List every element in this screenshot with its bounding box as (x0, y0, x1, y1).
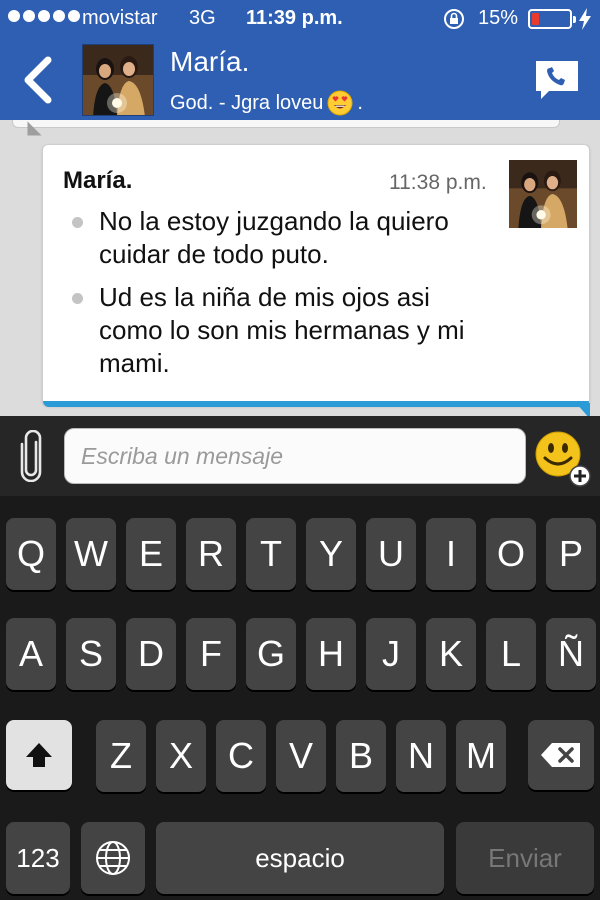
conversation-area[interactable]: María. 11:38 p.m. No la estoy juzgando l… (0, 120, 600, 416)
key-c[interactable]: C (216, 720, 266, 792)
status-bar: movistar 3G 11:39 p.m. 15% (0, 0, 600, 38)
key-z[interactable]: Z (96, 720, 146, 792)
phone-bubble-icon[interactable] (533, 58, 581, 102)
key-w[interactable]: W (66, 518, 116, 590)
key-f[interactable]: F (186, 618, 236, 690)
bubble-tail (576, 403, 590, 416)
key-m[interactable]: M (456, 720, 506, 792)
contact-status-text: God. - Jgra loveu (170, 91, 324, 114)
numbers-key[interactable]: 123 (6, 822, 70, 894)
contact-status: God. - Jgra loveu . (170, 90, 363, 116)
message-bubble[interactable]: María. 11:38 p.m. No la estoy juzgando l… (42, 144, 590, 416)
key-u[interactable]: U (366, 518, 416, 590)
signal-dots-icon (8, 10, 80, 22)
key-h[interactable]: H (306, 618, 356, 690)
top-bar: movistar 3G 11:39 p.m. 15% María. God. -… (0, 0, 600, 120)
key-q[interactable]: Q (6, 518, 56, 590)
key-n-tilde[interactable]: Ñ (546, 618, 596, 690)
previous-message-bubble (12, 120, 560, 128)
key-n[interactable]: N (396, 720, 446, 792)
backspace-key[interactable] (528, 720, 594, 790)
key-j[interactable]: J (366, 618, 416, 690)
key-s[interactable]: S (66, 618, 116, 690)
message-line: No la estoy juzgando la quiero cuidar de… (67, 205, 497, 271)
send-key[interactable]: Enviar (456, 822, 594, 894)
clock: 11:39 p.m. (246, 7, 343, 29)
backspace-icon (541, 743, 580, 767)
network-label: 3G (189, 7, 216, 29)
globe-key[interactable] (81, 822, 145, 894)
message-line: Ud es la niña de mis ojos asi como lo so… (67, 281, 497, 380)
sender-avatar[interactable] (509, 160, 577, 228)
battery-icon (528, 9, 576, 29)
contact-status-suffix: . (357, 91, 363, 114)
key-d[interactable]: D (126, 618, 176, 690)
chat-header: María. God. - Jgra loveu . (0, 38, 600, 120)
key-y[interactable]: Y (306, 518, 356, 590)
key-r[interactable]: R (186, 518, 236, 590)
key-i[interactable]: I (426, 518, 476, 590)
charging-bolt-icon (579, 8, 591, 30)
shift-key[interactable] (6, 720, 72, 790)
carrier-label: movistar (82, 7, 158, 29)
key-p[interactable]: P (546, 518, 596, 590)
key-v[interactable]: V (276, 720, 326, 792)
message-lines: No la estoy juzgando la quiero cuidar de… (67, 205, 497, 390)
contact-avatar[interactable] (82, 44, 154, 116)
smiley-add-icon[interactable] (534, 430, 592, 488)
chevron-left-icon[interactable] (18, 54, 58, 106)
rotation-lock-icon (444, 9, 464, 29)
message-sender: María. (63, 167, 133, 194)
key-l[interactable]: L (486, 618, 536, 690)
globe-icon (96, 841, 130, 875)
shift-arrow-icon (26, 743, 52, 767)
composer-bar (0, 416, 600, 496)
contact-name: María. (170, 46, 250, 77)
message-time: 11:38 p.m. (389, 171, 487, 194)
key-a[interactable]: A (6, 618, 56, 690)
key-e[interactable]: E (126, 518, 176, 590)
message-input[interactable] (64, 428, 526, 484)
key-g[interactable]: G (246, 618, 296, 690)
keyboard: Q W E R T Y U I O P A S D F G H J K L Ñ … (0, 496, 600, 900)
heart-eyes-emoji-icon (327, 90, 353, 116)
key-t[interactable]: T (246, 518, 296, 590)
space-key[interactable]: espacio (156, 822, 444, 894)
key-b[interactable]: B (336, 720, 386, 792)
key-k[interactable]: K (426, 618, 476, 690)
key-o[interactable]: O (486, 518, 536, 590)
battery-percent: 15% (478, 7, 519, 29)
paperclip-icon[interactable] (18, 430, 46, 482)
key-x[interactable]: X (156, 720, 206, 792)
